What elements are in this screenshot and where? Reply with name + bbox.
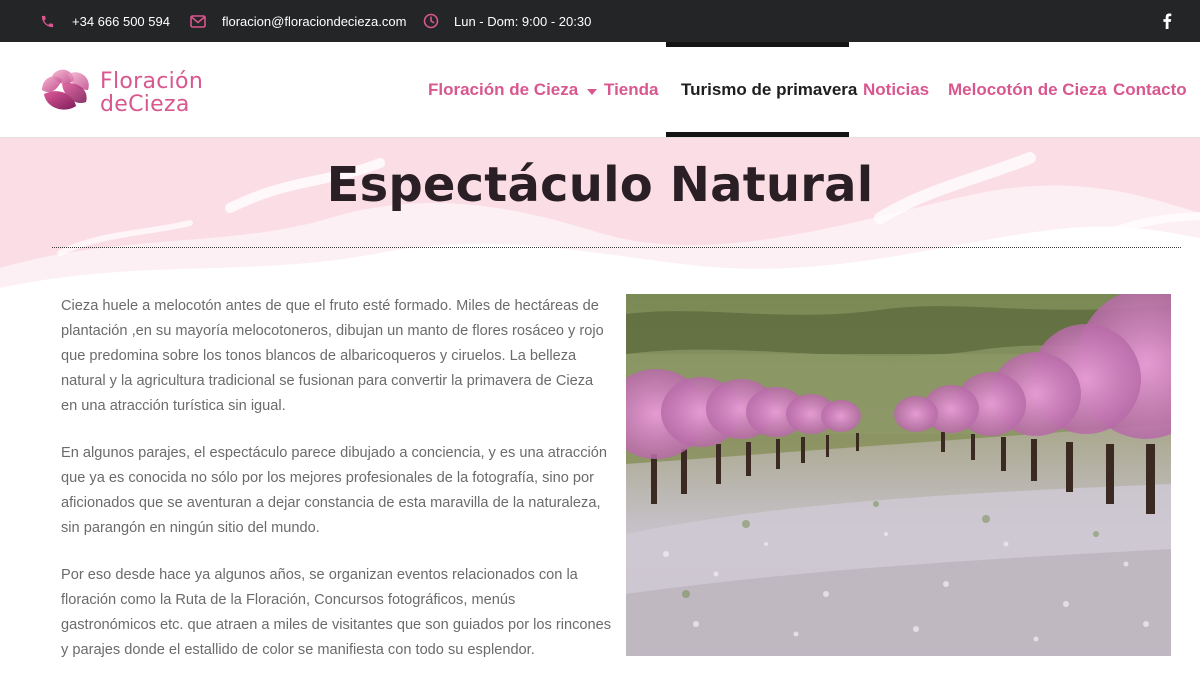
- nav-label: Noticias: [863, 79, 930, 99]
- paragraph-2: En algunos parajes, el espectáculo parec…: [61, 445, 607, 536]
- nav-label: Contacto: [1113, 79, 1187, 99]
- top-bar: +34 666 500 594 floracion@floraciondecie…: [0, 0, 1200, 42]
- nav-label: Tienda: [604, 79, 659, 99]
- site-logo[interactable]: Floración deCieza: [38, 64, 238, 118]
- nav-label: Turismo de primavera: [681, 79, 858, 99]
- page-title: Espectáculo Natural: [326, 157, 874, 213]
- nav-label: Floración de Cieza: [428, 79, 579, 99]
- clock-icon: [423, 13, 439, 29]
- active-nav-indicator-bottom: [666, 132, 849, 137]
- email-address: floracion@floraciondecieza.com: [222, 13, 407, 29]
- article-body: Cieza huele a melocotón antes de que el …: [61, 294, 611, 685]
- flower-logo-icon: [42, 69, 89, 110]
- nav-item-turismo-de-primavera[interactable]: Turismo de primavera: [681, 42, 857, 137]
- envelope-icon: [190, 14, 206, 28]
- logo-line-2: deCieza: [100, 92, 190, 117]
- facebook-icon[interactable]: [1162, 0, 1172, 42]
- nav-item-floracion-de-cieza[interactable]: Floración de Cieza: [428, 42, 598, 137]
- topbar-phone[interactable]: +34 666 500 594: [40, 0, 170, 42]
- logo-line-1: Floración: [100, 69, 204, 94]
- title-divider: [52, 247, 1181, 248]
- site-header: Floración deCieza Floración de Cieza Tie…: [0, 42, 1200, 138]
- topbar-hours: Lun - Dom: 9:00 - 20:30: [423, 0, 591, 42]
- logo-wordmark: Floración deCieza: [100, 70, 203, 116]
- topbar-email[interactable]: floracion@floraciondecieza.com: [190, 0, 406, 42]
- caret-down-icon: [587, 80, 598, 100]
- phone-icon: [40, 14, 55, 29]
- opening-hours: Lun - Dom: 9:00 - 20:30: [454, 13, 592, 29]
- nav-item-melocoton-de-cieza[interactable]: Melocotón de Cieza: [948, 42, 1107, 137]
- nav-item-contacto[interactable]: Contacto: [1113, 42, 1187, 137]
- paragraph-1: Cieza huele a melocotón antes de que el …: [61, 298, 604, 414]
- nav-item-noticias[interactable]: Noticias: [863, 42, 929, 137]
- orchard-blossom-photo: [626, 294, 1171, 656]
- paragraph-3: Por eso desde hace ya algunos años, se o…: [61, 567, 612, 658]
- phone-number: +34 666 500 594: [72, 13, 170, 29]
- nav-label: Melocotón de Cieza: [948, 79, 1107, 99]
- nav-item-tienda[interactable]: Tienda: [604, 42, 658, 137]
